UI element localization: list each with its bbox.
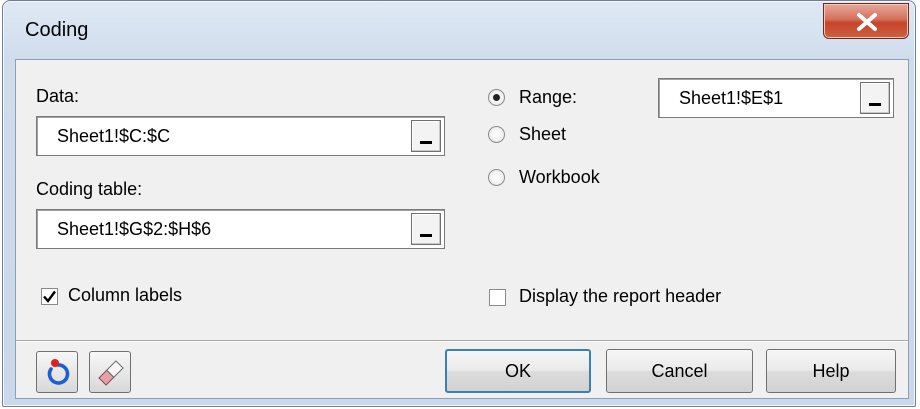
column-labels-checkbox[interactable]	[41, 288, 58, 305]
ref-picker-icon	[869, 103, 881, 106]
reset-button[interactable]	[36, 351, 78, 393]
coding-table-range-value: Sheet1!$G$2:$H$6	[57, 219, 212, 239]
divider	[16, 340, 908, 342]
range-radio-label: Range:	[519, 87, 578, 107]
title-bar[interactable]: Coding	[3, 1, 915, 61]
data-range-value: Sheet1!$C:$C	[57, 126, 171, 146]
ok-button[interactable]: OK	[445, 349, 591, 393]
ref-picker-icon	[420, 141, 432, 144]
reset-icon	[47, 359, 70, 385]
output-range-picker-button[interactable]	[860, 82, 890, 114]
data-range-input[interactable]: Sheet1!$C:$C	[36, 116, 445, 156]
radio-selected-dot	[493, 94, 500, 101]
data-range-picker-button[interactable]	[411, 120, 441, 152]
coding-table-picker-button[interactable]	[411, 213, 441, 245]
report-header-checkbox[interactable]	[489, 289, 506, 306]
close-icon	[857, 13, 877, 31]
output-range-value: Sheet1!$E$1	[679, 88, 784, 108]
close-button[interactable]	[823, 3, 909, 39]
checkmark-icon	[43, 290, 56, 303]
ref-picker-icon	[420, 234, 432, 237]
cancel-button[interactable]: Cancel	[606, 349, 753, 393]
dialog-body: Data: Sheet1!$C:$C Coding table: Sheet1!…	[15, 59, 909, 399]
column-labels-label: Column labels	[68, 285, 183, 305]
sheet-radio[interactable]	[488, 126, 505, 143]
coding-table-label: Coding table:	[36, 179, 143, 199]
report-header-label: Display the report header	[519, 286, 722, 306]
eraser-icon	[98, 360, 124, 386]
workbook-radio-label: Workbook	[519, 167, 600, 187]
window-title: Coding	[25, 19, 89, 41]
clear-button[interactable]	[89, 351, 131, 393]
output-range-input[interactable]: Sheet1!$E$1	[658, 78, 894, 118]
workbook-radio[interactable]	[488, 169, 505, 186]
coding-table-range-input[interactable]: Sheet1!$G$2:$H$6	[36, 209, 445, 249]
range-radio[interactable]	[488, 89, 505, 106]
help-button[interactable]: Help	[766, 349, 896, 393]
coding-dialog: Coding Data: Sheet1!$C:$C Coding table: …	[2, 0, 916, 407]
data-label: Data:	[36, 86, 80, 106]
sheet-radio-label: Sheet	[519, 124, 567, 144]
